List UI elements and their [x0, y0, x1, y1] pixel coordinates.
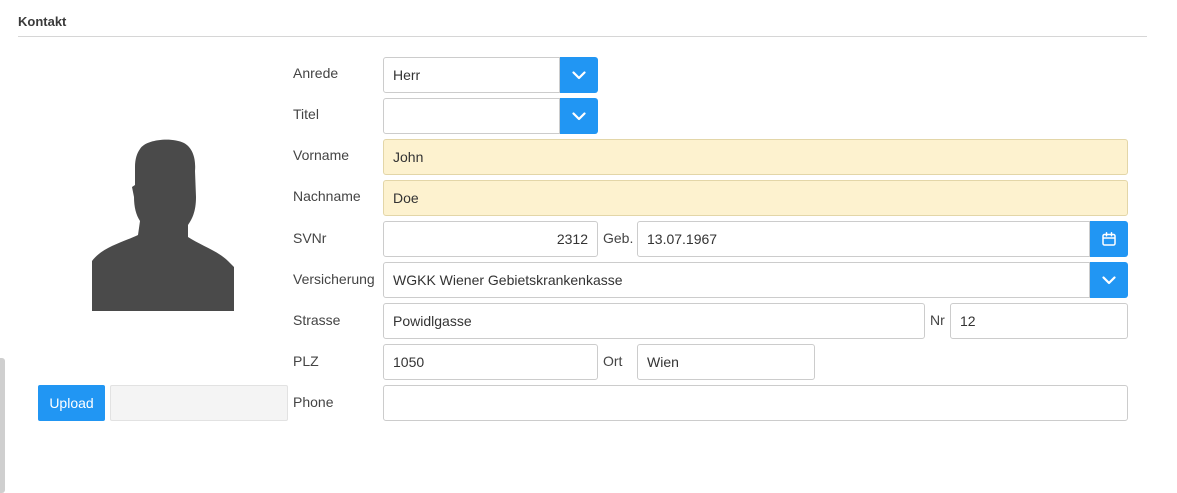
vorname-input[interactable]: John	[383, 139, 1128, 175]
titel-label: Titel	[293, 106, 319, 122]
chevron-down-icon	[1102, 275, 1116, 284]
strasse-input[interactable]: Powidlgasse	[383, 303, 925, 339]
svnr-label: SVNr	[293, 230, 327, 246]
nachname-input[interactable]: Doe	[383, 180, 1128, 216]
versicherung-label: Versicherung	[293, 271, 375, 287]
calendar-icon	[1102, 232, 1116, 246]
nr-input[interactable]: 12	[950, 303, 1128, 339]
ort-input[interactable]: Wien	[637, 344, 815, 380]
phone-label: Phone	[293, 394, 334, 410]
geb-label: Geb.	[603, 230, 634, 246]
anrede-label: Anrede	[293, 65, 339, 81]
plz-input[interactable]: 1050	[383, 344, 598, 380]
section-divider	[18, 36, 1147, 37]
upload-button[interactable]: Upload	[38, 385, 105, 421]
chevron-down-icon	[572, 70, 586, 79]
contact-panel: Kontakt Upload Anrede Herr Titel Vorname…	[0, 0, 1177, 493]
vorname-label: Vorname	[293, 147, 350, 163]
versicherung-dropdown-button[interactable]	[1090, 262, 1128, 298]
anrede-select[interactable]: Herr	[383, 57, 560, 93]
chevron-down-icon	[572, 111, 586, 120]
titel-select[interactable]	[383, 98, 560, 134]
strasse-label: Strasse	[293, 312, 341, 328]
titel-dropdown-button[interactable]	[560, 98, 598, 134]
phone-input[interactable]	[383, 385, 1128, 421]
nr-label: Nr	[930, 312, 945, 328]
versicherung-select[interactable]: WGKK Wiener Gebietskrankenkasse	[383, 262, 1090, 298]
ort-label: Ort	[603, 353, 623, 369]
svnr-input[interactable]: 2312	[383, 221, 598, 257]
section-title: Kontakt	[18, 14, 67, 29]
nachname-label: Nachname	[293, 188, 361, 204]
upload-filename-field[interactable]	[110, 385, 288, 421]
person-silhouette-icon	[92, 139, 234, 311]
geb-calendar-button[interactable]	[1090, 221, 1128, 257]
geb-date-input[interactable]: 13.07.1967	[637, 221, 1090, 257]
scrollbar[interactable]	[0, 358, 5, 493]
plz-label: PLZ	[293, 353, 319, 369]
anrede-dropdown-button[interactable]	[560, 57, 598, 93]
